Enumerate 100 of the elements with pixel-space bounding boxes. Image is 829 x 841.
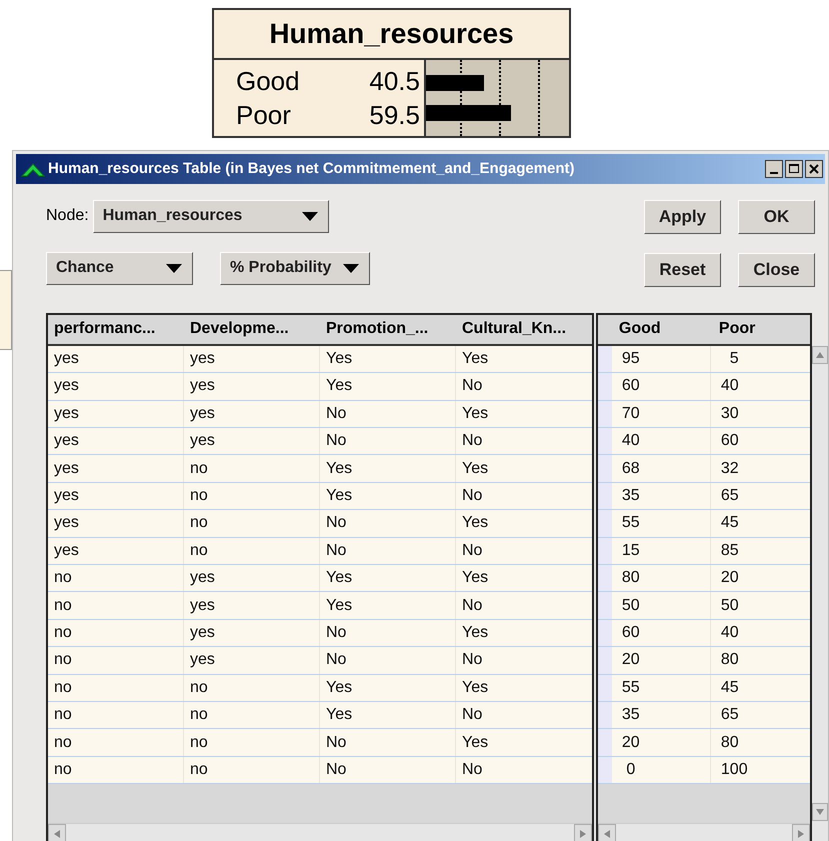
table-cell[interactable]: 40: [710, 373, 810, 400]
row-header-cell[interactable]: [598, 620, 612, 646]
dialog-button[interactable]: OK: [738, 200, 815, 234]
column-header[interactable]: performanc...: [48, 314, 184, 344]
state-label: Poor: [236, 98, 292, 132]
table-cell-text: No: [461, 376, 484, 396]
table-cell[interactable]: 35: [612, 702, 711, 728]
table-cell[interactable]: 65: [710, 482, 810, 510]
row-header-cell[interactable]: [598, 702, 612, 728]
table-cell[interactable]: 68: [612, 455, 711, 482]
table-cell[interactable]: 45: [710, 510, 810, 537]
table-cell[interactable]: 0: [612, 756, 711, 784]
table-cell[interactable]: 20: [710, 564, 810, 592]
row-header-cell[interactable]: [598, 400, 612, 428]
table-cell[interactable]: 70: [612, 400, 711, 428]
table-cell-text: No: [461, 705, 484, 726]
scroll-up-icon[interactable]: [812, 346, 828, 364]
table-cell: Yes: [320, 592, 456, 619]
type-dropdown[interactable]: Chance: [46, 252, 193, 285]
table-cell: yes: [48, 428, 184, 454]
state-value: 40.5: [368, 64, 420, 98]
table-cell[interactable]: 80: [710, 647, 810, 674]
table-cell: No: [320, 428, 456, 454]
table-cell[interactable]: 60: [710, 428, 810, 454]
scroll-right-icon[interactable]: [574, 824, 592, 841]
table-cell[interactable]: 100: [710, 756, 810, 784]
dialog-button[interactable]: Reset: [644, 252, 721, 287]
table-cell: no: [48, 592, 184, 619]
close-button[interactable]: [805, 160, 823, 178]
close-icon: [809, 164, 819, 174]
table-cell: Yes: [320, 482, 456, 510]
table-cell: yes: [184, 647, 320, 674]
table-cell[interactable]: 20: [612, 729, 711, 756]
column-header[interactable]: Poor: [710, 314, 810, 344]
table-cell[interactable]: 35: [612, 482, 711, 510]
table-cell[interactable]: 50: [612, 592, 711, 619]
table-cell: No: [320, 620, 456, 646]
table-cell[interactable]: 60: [612, 373, 711, 400]
table-cell[interactable]: 55: [612, 510, 711, 537]
table-cell[interactable]: 85: [710, 538, 810, 564]
horizontal-scrollbar[interactable]: [48, 823, 592, 841]
row-header-cell[interactable]: [598, 647, 612, 674]
table-cell[interactable]: 60: [612, 620, 711, 646]
table-cell: Yes: [320, 455, 456, 482]
table-cell[interactable]: 15: [612, 538, 711, 564]
row-header-cell[interactable]: [598, 592, 612, 619]
table-cell[interactable]: 40: [710, 620, 810, 646]
table-cell-text: Yes: [461, 622, 490, 643]
window-title: Human_resources Table (in Bayes net Commitmement_and_Engagement): [48, 158, 575, 179]
table-cell[interactable]: 50: [710, 592, 810, 619]
unit-dropdown[interactable]: % Probability: [220, 252, 370, 285]
scroll-down-icon[interactable]: [812, 803, 828, 821]
dialog-button[interactable]: Apply: [644, 200, 721, 234]
table-cell[interactable]: 32: [710, 455, 810, 482]
table-cell: no: [48, 756, 184, 784]
column-header[interactable]: Promotion_...: [320, 314, 456, 344]
row-header-cell[interactable]: [598, 756, 612, 784]
table-cell: Yes: [320, 674, 456, 701]
table-cell-text: Yes: [461, 404, 490, 424]
table-cell[interactable]: 5: [710, 346, 810, 372]
row-header-cell[interactable]: [598, 346, 612, 372]
column-header[interactable]: Developme...: [184, 314, 320, 344]
row-header-cell[interactable]: [598, 482, 612, 510]
maximize-button[interactable]: [785, 160, 803, 178]
table-cell: no: [48, 620, 184, 646]
table-cell-text: No: [461, 431, 484, 452]
table-cell: yes: [184, 620, 320, 646]
table-cell[interactable]: 55: [612, 674, 711, 701]
table-cell: no: [48, 674, 184, 701]
horizontal-scrollbar[interactable]: [598, 823, 810, 841]
column-header[interactable]: Good: [610, 314, 710, 344]
minimize-button[interactable]: [765, 160, 783, 178]
table-cell[interactable]: 45: [710, 674, 810, 701]
table-cell: yes: [48, 482, 184, 510]
row-header-cell[interactable]: [598, 538, 612, 564]
table-cell: yes: [184, 564, 320, 592]
table-cell[interactable]: 95: [612, 346, 711, 372]
table-cell[interactable]: 80: [612, 564, 711, 592]
table-cell[interactable]: 80: [710, 729, 810, 756]
table-cell[interactable]: 40: [612, 428, 711, 454]
table-cell: yes: [48, 455, 184, 482]
row-header-cell[interactable]: [598, 674, 612, 701]
dialog-button[interactable]: Close: [738, 252, 815, 287]
table-cell[interactable]: 65: [710, 702, 810, 728]
table-cell[interactable]: 30: [710, 400, 810, 428]
vertical-scrollbar[interactable]: [812, 346, 828, 841]
row-header-cell[interactable]: [598, 455, 612, 482]
row-header-cell[interactable]: [598, 510, 612, 537]
row-header-cell[interactable]: [598, 373, 612, 400]
table-cell: Yes: [320, 346, 456, 372]
table-cell: yes: [184, 428, 320, 454]
row-header-cell[interactable]: [598, 729, 612, 756]
row-header-cell[interactable]: [598, 564, 612, 592]
scroll-left-icon[interactable]: [598, 824, 616, 841]
node-dropdown[interactable]: Human_resources: [92, 200, 329, 233]
caret-icon: [343, 264, 359, 273]
row-header-cell[interactable]: [598, 428, 612, 454]
table-cell-text: No: [461, 540, 484, 561]
table-cell[interactable]: 20: [612, 647, 711, 674]
column-header[interactable]: Cultural_Kn...: [456, 314, 592, 344]
